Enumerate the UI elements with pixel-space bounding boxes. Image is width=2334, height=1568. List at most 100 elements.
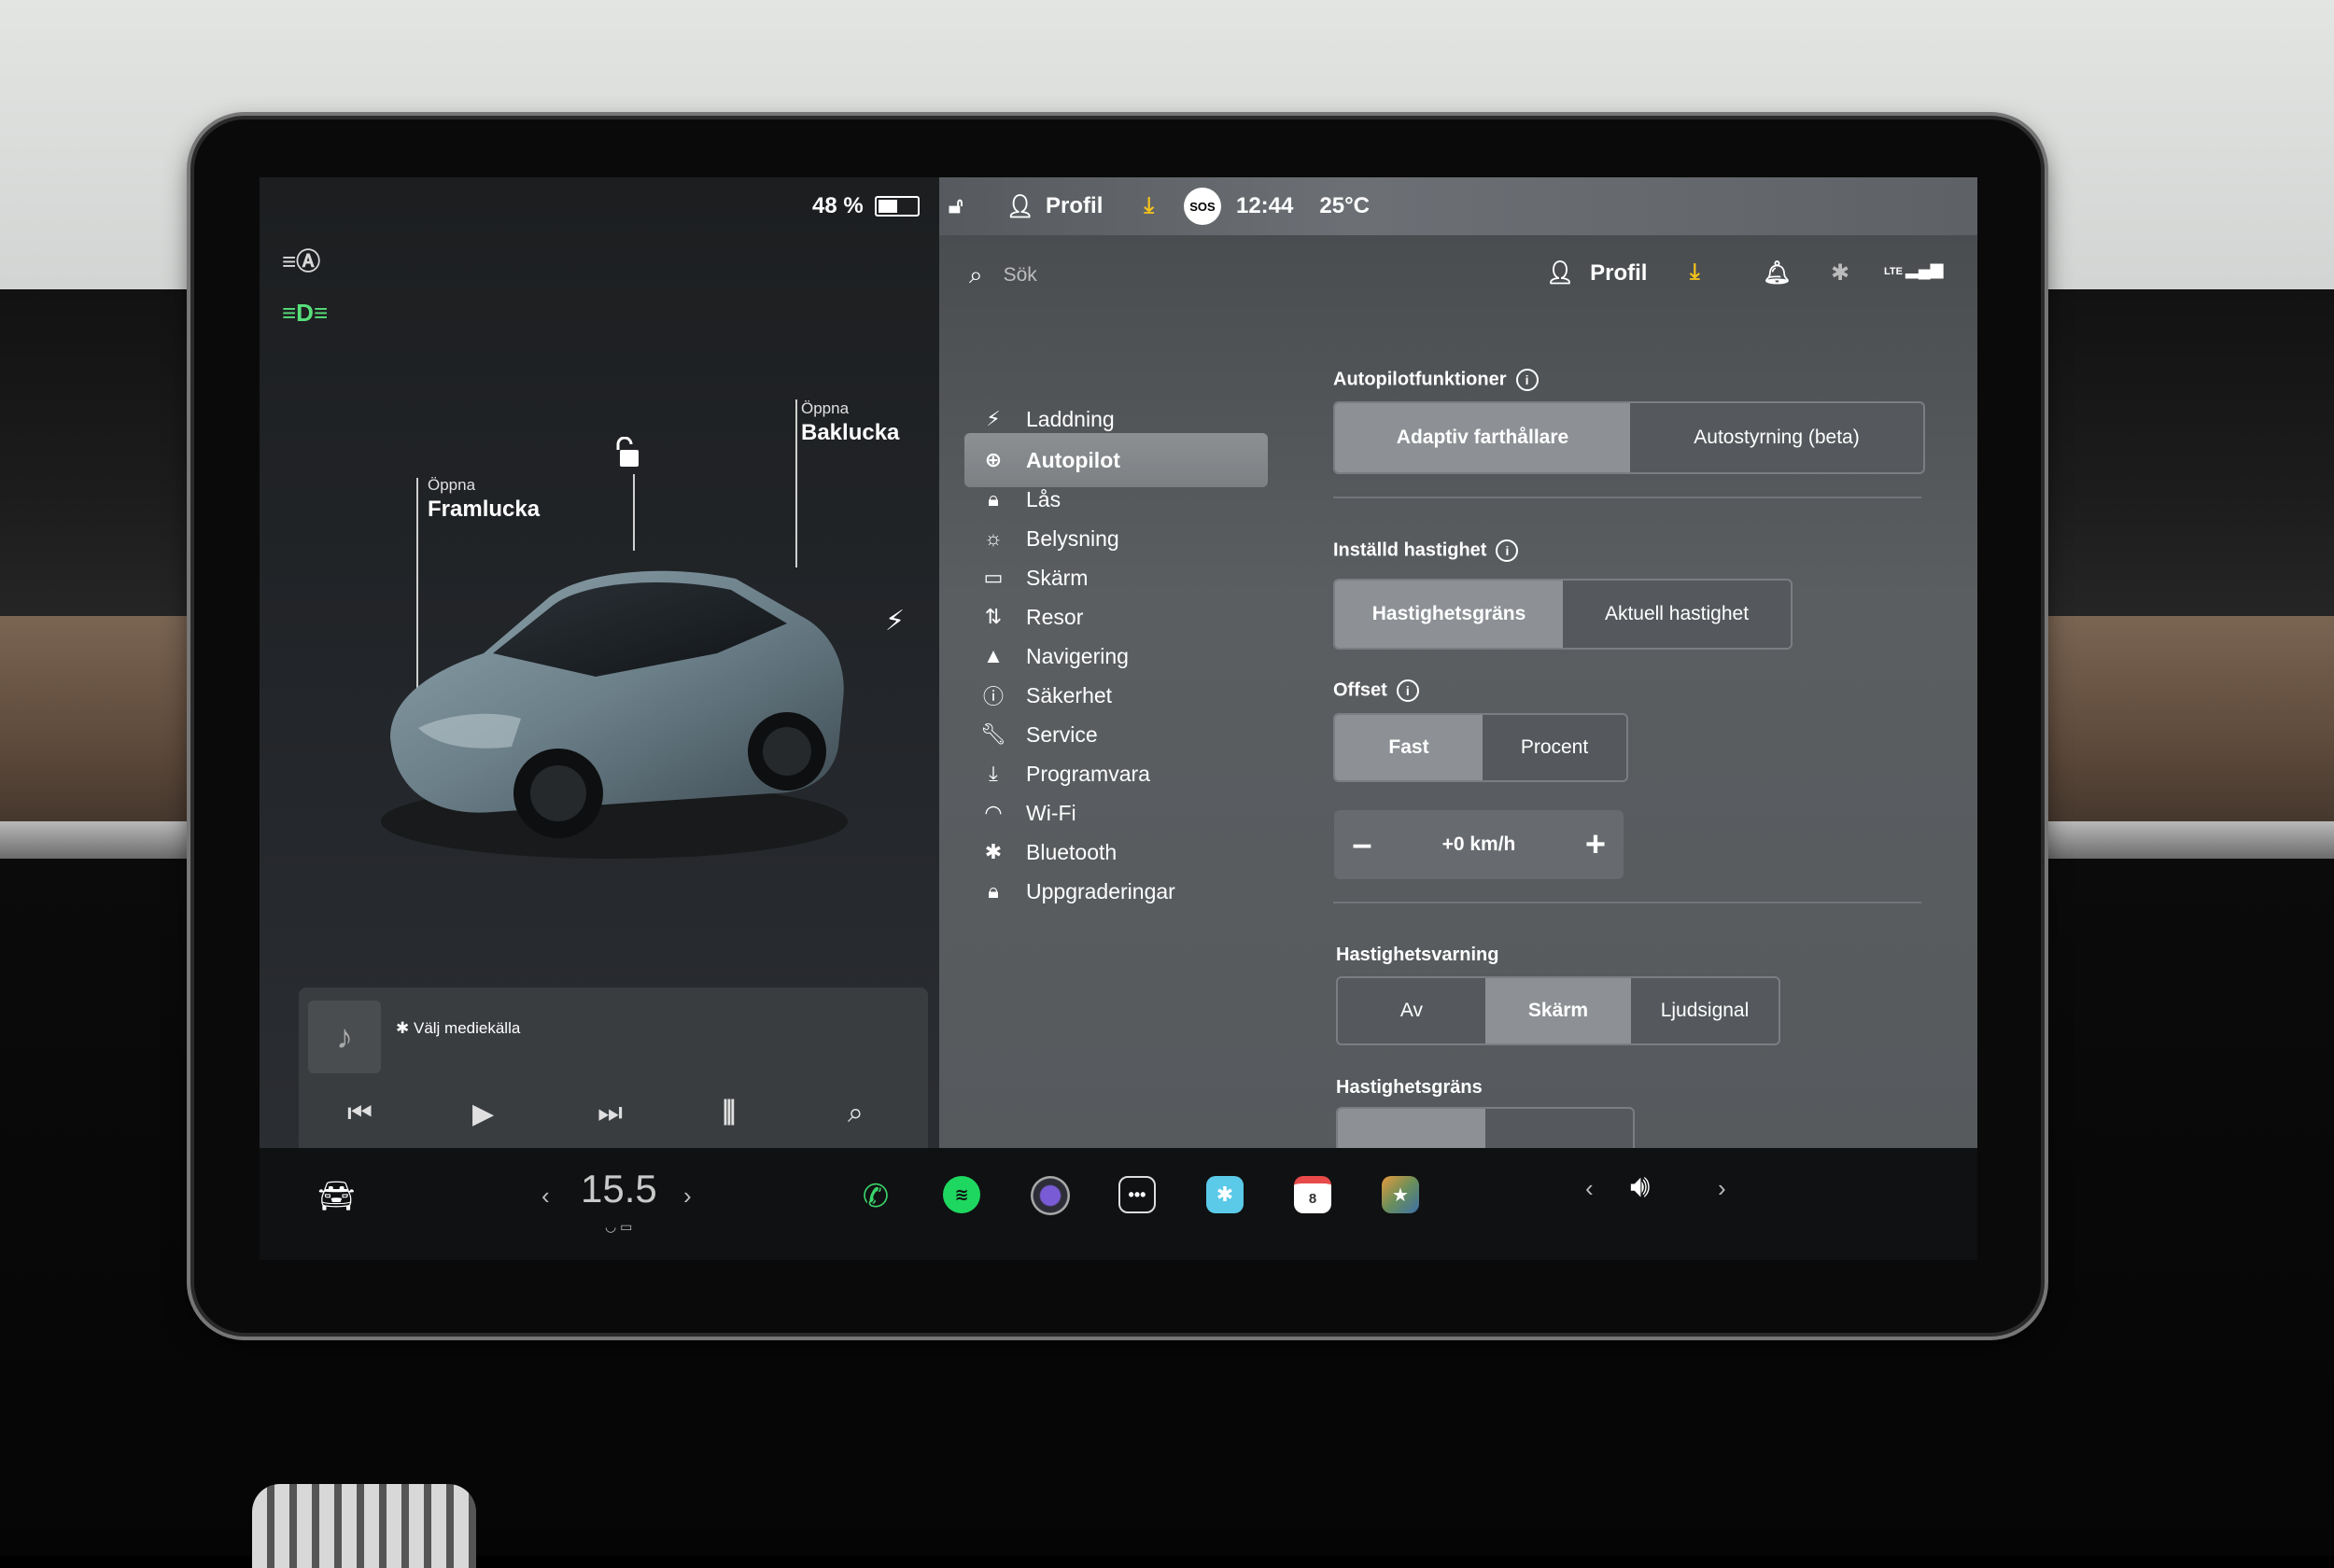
offset-option-percent[interactable]: Procent (1483, 715, 1626, 780)
steering-wheel-icon: ⊕ (984, 448, 1003, 471)
nav-label: Belysning (1026, 525, 1119, 551)
auto-headlights-icon[interactable]: ≡Ⓐ (282, 243, 320, 277)
temp-up-button[interactable]: › (683, 1182, 692, 1211)
decrease-button[interactable]: – (1334, 825, 1390, 865)
download-icon[interactable]: ⤓ (1690, 259, 1700, 286)
nav-label: Uppgraderingar (1026, 878, 1175, 903)
info-icon[interactable]: i (1515, 369, 1539, 391)
warning-option-chime[interactable]: Ljudsignal (1631, 978, 1779, 1043)
cabin-temperature[interactable]: 15.5 (581, 1167, 657, 1211)
signal-icon: LTE ▂▄▆ (1884, 259, 1944, 278)
unlock-status-icon[interactable]: 🔓︎ (949, 193, 963, 219)
front-trunk-small: Öppna (428, 476, 476, 494)
low-beam-icon[interactable]: ≡D≡ (282, 299, 328, 328)
spotify-icon[interactable]: ≋ (943, 1176, 980, 1213)
profile-icon: 👤︎ (1546, 260, 1575, 286)
nav-label: Programvara (1026, 761, 1150, 786)
nav-label: Säkerhet (1026, 682, 1113, 707)
camera-icon[interactable] (1031, 1176, 1070, 1215)
header-profile[interactable]: 👤︎ Profil (1546, 259, 1647, 287)
download-icon[interactable]: ⤓ (1144, 193, 1154, 219)
previous-icon[interactable]: ⏮ (347, 1098, 373, 1129)
nav-label: Autopilot (1026, 447, 1120, 472)
touchscreen: ≡Ⓐ ≡D≡ 48 % Öppna Framlucka Öppna Bakluc… (260, 177, 1977, 1260)
clock: 12:44 (1235, 193, 1294, 218)
set-speed-option-limit[interactable]: Hastighetsgräns (1335, 581, 1563, 648)
volume-down-button[interactable]: ‹ (1585, 1174, 1594, 1203)
calendar-icon[interactable]: 8 (1294, 1176, 1331, 1213)
sun-icon: ☼ (983, 526, 1004, 550)
music-note-icon: ♪ (308, 1001, 381, 1073)
car-icon[interactable]: 🚘︎ (317, 1178, 356, 1213)
battery-percent: 48 % (812, 193, 864, 218)
nav-item-uppgraderingar[interactable]: 🔒︎ Uppgraderingar (964, 864, 1268, 918)
set-speed-segmented: Hastighetsgräns Aktuell hastighet (1333, 579, 1793, 650)
sos-icon[interactable]: SOS (1183, 188, 1221, 225)
seat-heater-icon[interactable]: ◡ ▭ (605, 1219, 632, 1235)
features-option-adaptive[interactable]: Adaptiv farthållare (1335, 403, 1630, 472)
trips-icon: ⇅ (984, 605, 1003, 628)
set-speed-title-text: Inställd hastighet (1333, 539, 1487, 561)
bluetooth-icon[interactable]: ✱ (1831, 259, 1849, 287)
wifi-icon: ◠ (984, 801, 1003, 824)
nav-label: Navigering (1026, 643, 1129, 668)
features-title: Autopilotfunktioner i (1333, 369, 1539, 391)
toybox-icon[interactable]: ★ (1382, 1176, 1419, 1213)
warning-option-screen[interactable]: Skärm (1485, 978, 1631, 1043)
profile-icon[interactable]: 👤︎ (1006, 193, 1034, 220)
search-icon[interactable]: ⌕ (848, 1098, 864, 1129)
search-placeholder: Sök (1003, 264, 1037, 286)
display-icon: ▭ (983, 566, 1004, 589)
unlock-icon[interactable] (612, 436, 640, 469)
features-segmented: Adaptiv farthållare Autostyrning (beta) (1333, 401, 1925, 474)
warning-option-off[interactable]: Av (1338, 978, 1485, 1043)
features-title-text: Autopilotfunktioner (1333, 369, 1507, 390)
signal-label: LTE (1884, 266, 1903, 277)
volume-icon[interactable]: 🔊︎ (1630, 1169, 1650, 1205)
divider (1333, 902, 1921, 903)
battery-icon (874, 196, 920, 217)
increase-button[interactable]: + (1568, 825, 1624, 865)
nav-label: Resor (1026, 604, 1084, 629)
bell-icon[interactable]: 🔔︎ (1763, 259, 1791, 287)
header-profile-label: Profil (1590, 260, 1648, 286)
features-option-autosteer[interactable]: Autostyrning (beta) (1630, 403, 1923, 472)
settings-search[interactable]: ⌕ Sök (969, 257, 1037, 294)
volume-up-button[interactable]: › (1718, 1174, 1726, 1203)
safety-icon: ⓘ (982, 685, 1004, 708)
bluetooth-app-icon[interactable]: ✱ (1206, 1176, 1244, 1213)
offset-option-fixed[interactable]: Fast (1335, 715, 1483, 780)
info-icon[interactable]: i (1496, 539, 1519, 562)
set-speed-option-current[interactable]: Aktuell hastighet (1563, 581, 1791, 648)
wrench-icon: 🔧︎ (980, 722, 1006, 746)
info-icon[interactable]: i (1396, 679, 1419, 702)
nav-label: Service (1026, 721, 1098, 747)
offset-segmented: Fast Procent (1333, 713, 1628, 782)
phone-icon[interactable]: ✆ (855, 1176, 896, 1217)
nav-label: Lås (1026, 486, 1062, 511)
battery-status: 48 % (812, 177, 920, 235)
offset-stepper: – +0 km/h + (1334, 810, 1624, 879)
more-icon[interactable]: ••• (1118, 1176, 1156, 1213)
navigation-arrow-icon: ▲ (983, 644, 1004, 667)
equalizer-icon[interactable]: ⫼ (723, 1098, 736, 1129)
warning-title: Hastighetsvarning (1336, 945, 1499, 965)
play-icon[interactable]: ▶ (472, 1098, 494, 1130)
taskbar: 🚘︎ ‹ 15.5 › ◡ ▭ ✆ ≋ ••• ✱ 8 ★ ‹ 🔊︎ › (260, 1148, 1977, 1260)
offset-title: Offset i (1333, 679, 1419, 702)
charge-port-icon[interactable]: ⚡ (885, 605, 905, 637)
media-source-label: Välj mediekälla (413, 1019, 521, 1037)
temp-down-button[interactable]: ‹ (541, 1182, 550, 1211)
nav-label: Bluetooth (1026, 839, 1118, 864)
rear-trunk-button[interactable]: Öppna Baklucka (801, 399, 899, 446)
top-status-bar: 🔓︎ 👤︎ Profil ⤓ SOS 12:44 25°C (949, 177, 1370, 235)
outside-temperature: 25°C (1319, 193, 1370, 218)
bluetooth-icon: ✱ (984, 840, 1003, 863)
calendar-day: 8 (1294, 1176, 1331, 1213)
car-image (381, 570, 848, 859)
profile-label[interactable]: Profil (1046, 193, 1103, 219)
next-icon[interactable]: ⏭ (598, 1098, 623, 1129)
media-source-button[interactable]: ✱ Välj mediekälla (396, 1019, 520, 1038)
search-icon: ⌕ (969, 260, 983, 288)
warning-segmented: Av Skärm Ljudsignal (1336, 976, 1780, 1045)
